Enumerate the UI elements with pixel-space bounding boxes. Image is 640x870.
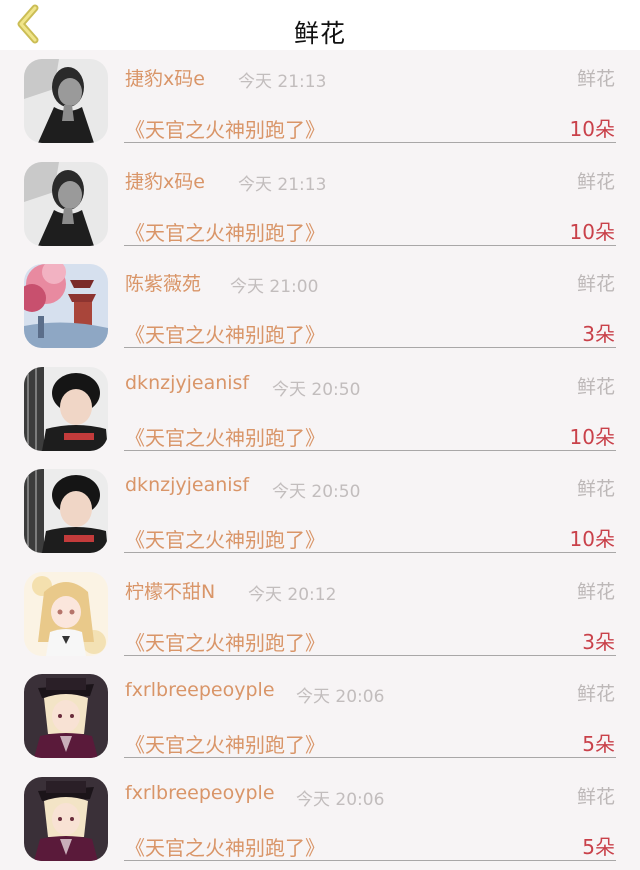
timestamp: 今天 21:13	[238, 67, 326, 92]
list-item[interactable]: fxrlbreepeoyple 今天 20:06 鲜花 《天官之火神别跑了》 5…	[0, 768, 640, 870]
user-name: 捷豹x码e	[125, 167, 205, 194]
gift-list: 捷豹x码e 今天 21:13 鲜花 《天官之火神别跑了》 10朵 捷豹x码e 今…	[0, 50, 640, 870]
list-item[interactable]: 捷豹x码e 今天 21:13 鲜花 《天官之火神别跑了》 10朵	[0, 153, 640, 256]
timestamp: 今天 21:00	[230, 272, 318, 297]
user-name: dknzjyjeanisf	[125, 372, 249, 394]
list-item[interactable]: fxrlbreepeoyple 今天 20:06 鲜花 《天官之火神别跑了》 5…	[0, 665, 640, 768]
avatar[interactable]	[24, 162, 108, 246]
divider	[124, 757, 616, 758]
gift-count: 10朵	[570, 421, 615, 450]
gift-type: 鲜花	[577, 269, 615, 296]
avatar[interactable]	[24, 572, 108, 656]
gift-count: 5朵	[582, 728, 615, 757]
book-title[interactable]: 《天官之火神别跑了》	[125, 627, 325, 656]
book-title[interactable]: 《天官之火神别跑了》	[125, 217, 325, 246]
user-name: 陈紫薇苑	[125, 269, 201, 296]
book-title[interactable]: 《天官之火神别跑了》	[125, 524, 325, 553]
gift-type: 鲜花	[577, 782, 615, 809]
gift-count: 10朵	[570, 113, 615, 142]
timestamp: 今天 20:06	[296, 682, 384, 707]
page-title: 鲜花	[0, 14, 640, 50]
list-item[interactable]: dknzjyjeanisf 今天 20:50 鲜花 《天官之火神别跑了》 10朵	[0, 460, 640, 563]
user-name: 捷豹x码e	[125, 64, 205, 91]
timestamp: 今天 20:06	[296, 785, 384, 810]
nav-bar: 鲜花	[0, 0, 640, 50]
divider	[124, 552, 616, 553]
timestamp: 今天 21:13	[238, 170, 326, 195]
gift-count: 10朵	[570, 216, 615, 245]
book-title[interactable]: 《天官之火神别跑了》	[125, 729, 325, 758]
gift-type: 鲜花	[577, 679, 615, 706]
book-title[interactable]: 《天官之火神别跑了》	[125, 114, 325, 143]
divider	[124, 142, 616, 143]
avatar[interactable]	[24, 469, 108, 553]
list-item[interactable]: 陈紫薇苑 今天 21:00 鲜花 《天官之火神别跑了》 3朵	[0, 255, 640, 358]
list-item[interactable]: 捷豹x码e 今天 21:13 鲜花 《天官之火神别跑了》 10朵	[0, 50, 640, 153]
gift-count: 10朵	[570, 523, 615, 552]
list-item[interactable]: 柠檬不甜N 今天 20:12 鲜花 《天官之火神别跑了》 3朵	[0, 563, 640, 666]
gift-type: 鲜花	[577, 474, 615, 501]
gift-count: 5朵	[582, 831, 615, 860]
user-name: 柠檬不甜N	[125, 577, 215, 604]
book-title[interactable]: 《天官之火神别跑了》	[125, 422, 325, 451]
list-item[interactable]: dknzjyjeanisf 今天 20:50 鲜花 《天官之火神别跑了》 10朵	[0, 358, 640, 461]
gift-type: 鲜花	[577, 167, 615, 194]
timestamp: 今天 20:12	[248, 580, 336, 605]
divider	[124, 655, 616, 656]
user-name: dknzjyjeanisf	[125, 474, 249, 496]
timestamp: 今天 20:50	[272, 477, 360, 502]
divider	[124, 860, 616, 861]
gift-type: 鲜花	[577, 372, 615, 399]
gift-count: 3朵	[582, 318, 615, 347]
divider	[124, 450, 616, 451]
avatar[interactable]	[24, 674, 108, 758]
gift-type: 鲜花	[577, 577, 615, 604]
gift-type: 鲜花	[577, 64, 615, 91]
avatar[interactable]	[24, 777, 108, 861]
divider	[124, 347, 616, 348]
avatar[interactable]	[24, 59, 108, 143]
user-name: fxrlbreepeoyple	[125, 782, 275, 804]
book-title[interactable]: 《天官之火神别跑了》	[125, 832, 325, 861]
divider	[124, 245, 616, 246]
gift-count: 3朵	[582, 626, 615, 655]
book-title[interactable]: 《天官之火神别跑了》	[125, 319, 325, 348]
avatar[interactable]	[24, 367, 108, 451]
user-name: fxrlbreepeoyple	[125, 679, 275, 701]
avatar[interactable]	[24, 264, 108, 348]
timestamp: 今天 20:50	[272, 375, 360, 400]
